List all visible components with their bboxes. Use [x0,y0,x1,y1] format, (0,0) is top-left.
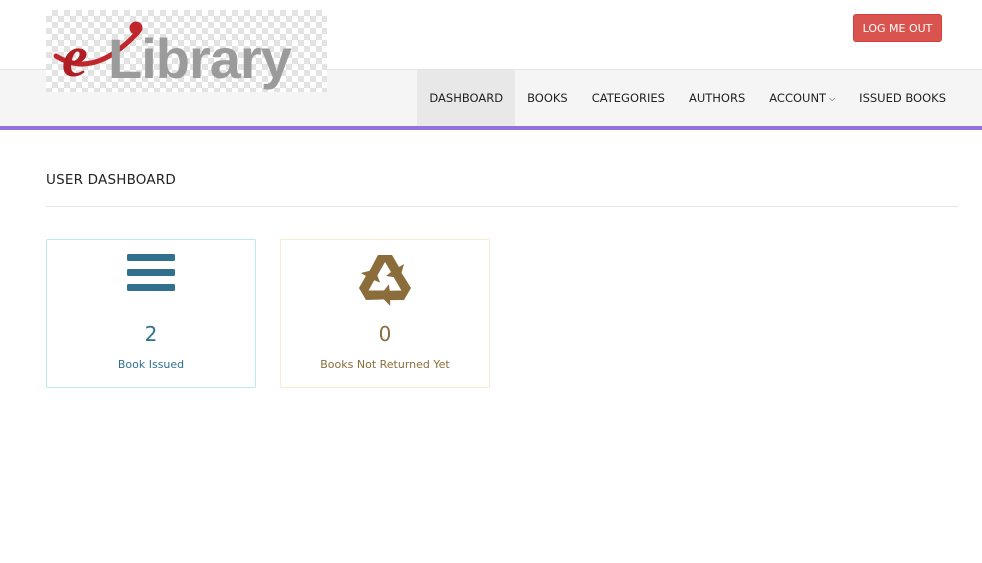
svg-text:e: e [62,24,88,89]
title-divider [46,206,958,207]
nav-dashboard-label: DASHBOARD [429,91,504,105]
nav-account-label: ACCOUNT [769,91,827,105]
nav-categories-label: CATEGORIES [591,91,665,105]
elibrary-logo[interactable]: e Library [46,10,327,92]
recycle-icon [281,251,489,307]
svg-text:Library: Library [108,27,292,90]
logout-button[interactable]: LOG ME OUT [853,14,942,42]
top-header: e Library LOG ME OUT [0,0,982,92]
logo-graphic: e Library [53,21,293,90]
nav-item-dashboard[interactable]: DASHBOARD [417,70,516,126]
books-issued-card[interactable]: 2 Book Issued [46,239,256,388]
books-not-returned-count: 0 [378,322,392,346]
books-not-returned-card[interactable]: 0 Books Not Returned Yet [280,239,490,388]
nav-authors-label: AUTHORS [688,91,746,105]
nav-item-account[interactable]: ACCOUNT ⌵ [757,70,847,126]
page-title: USER DASHBOARD [46,172,176,188]
nav-item-books[interactable]: BOOKS [515,70,580,126]
nav-item-issued-books[interactable]: ISSUED BOOKS [847,70,958,126]
nav-item-categories[interactable]: CATEGORIES [580,70,677,126]
nav-issued-books-label: ISSUED BOOKS [859,91,946,105]
books-issued-label: Book Issued [117,358,185,371]
nav-item-authors[interactable]: AUTHORS [677,70,757,126]
books-not-returned-label: Books Not Returned Yet [320,358,450,371]
nav-menu: DASHBOARD BOOKS CATEGORIES AUTHORS ACCOU… [417,70,958,126]
nav-books-label: BOOKS [527,91,568,105]
books-issued-count: 2 [144,322,158,346]
bars-icon [47,251,255,295]
chevron-down-icon: ⌵ [829,94,836,103]
